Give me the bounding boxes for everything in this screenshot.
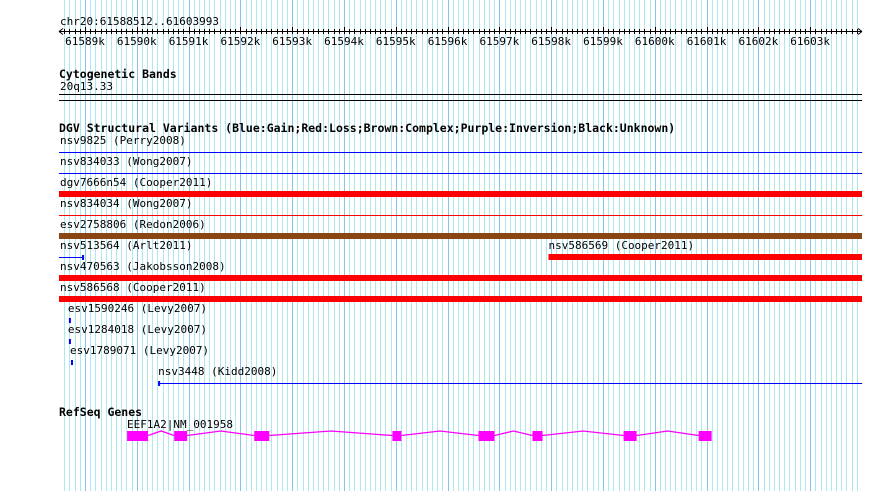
genome-browser-panel[interactable]: chr20:61588512..61603993 61589k 61590k 615… bbox=[0, 0, 890, 491]
ruler-tick-label: 61593k bbox=[272, 35, 312, 48]
ruler-tick-label: 61590k bbox=[117, 35, 157, 48]
sv-feature[interactable]: nsv586568 (Cooper2011) bbox=[59, 281, 862, 302]
sv-bar[interactable] bbox=[70, 360, 73, 365]
gene-intron bbox=[542, 430, 624, 437]
sv-feature[interactable]: esv2758806 (Redon2006) bbox=[59, 218, 862, 239]
ruler[interactable]: 61589k 61590k 61591k 61592k 61593k 61594k 6159… bbox=[58, 27, 863, 48]
sv-feature[interactable]: nsv834034 (Wong2007) bbox=[59, 197, 862, 216]
gene-intron bbox=[494, 430, 533, 437]
gene-intron bbox=[147, 430, 175, 437]
ruler-tick-label: 61591k bbox=[169, 35, 209, 48]
sv-feature[interactable]: dgv7666n54 (Cooper2011) bbox=[59, 176, 862, 197]
sv-feature-label[interactable]: esv1789071 (Levy2007) bbox=[70, 344, 209, 357]
sv-feature-label[interactable]: nsv470563 (Jakobsson2008) bbox=[60, 260, 226, 273]
sv-feature-label[interactable]: nsv834033 (Wong2007) bbox=[60, 155, 192, 168]
gene-exon[interactable] bbox=[392, 431, 402, 441]
ruler-tick-label: 61602k bbox=[738, 35, 778, 48]
gene-exon[interactable] bbox=[698, 431, 712, 441]
gene-exon[interactable] bbox=[478, 431, 495, 441]
sv-feature-label[interactable]: nsv3448 (Kidd2008) bbox=[158, 365, 277, 378]
sv-feature-label[interactable]: esv1590246 (Levy2007) bbox=[68, 302, 207, 315]
sv-feature-label[interactable]: nsv9825 (Perry2008) bbox=[60, 134, 186, 147]
ruler-tick-label: 61601k bbox=[687, 35, 727, 48]
ruler-tick-label: 61596k bbox=[428, 35, 468, 48]
sv-feature-label[interactable]: nsv513564 (Arlt2011) bbox=[60, 239, 192, 252]
region-label: chr20:61588512..61603993 bbox=[60, 15, 219, 28]
track-title-cytogenetic-bands: Cytogenetic Bands bbox=[59, 67, 177, 81]
sv-feature[interactable]: nsv470563 (Jakobsson2008) bbox=[59, 260, 862, 281]
sv-feature-label[interactable]: nsv834034 (Wong2007) bbox=[60, 197, 192, 210]
ruler-tick-label: 61603k bbox=[790, 35, 830, 48]
sv-feature-label[interactable]: dgv7666n54 (Cooper2011) bbox=[60, 176, 212, 189]
sv-feature-label[interactable]: nsv586568 (Cooper2011) bbox=[60, 281, 206, 294]
sv-bar[interactable] bbox=[548, 254, 862, 260]
sv-feature-label[interactable]: nsv586569 (Cooper2011) bbox=[548, 239, 694, 252]
ruler-tick-label: 61600k bbox=[635, 35, 675, 48]
gene-exon[interactable] bbox=[127, 431, 149, 441]
sv-feature-label[interactable]: esv2758806 (Redon2006) bbox=[60, 218, 206, 231]
ruler-tick-label: 61594k bbox=[324, 35, 364, 48]
track-title-dgv: DGV Structural Variants (Blue:Gain;Red:L… bbox=[59, 121, 675, 135]
track-title-refseq: RefSeq Genes bbox=[59, 405, 142, 419]
sv-feature[interactable]: nsv9825 (Perry2008) bbox=[59, 134, 862, 153]
sv-feature[interactable]: nsv834033 (Wong2007) bbox=[59, 155, 862, 174]
ruler-tick-label: 61589k bbox=[65, 35, 105, 48]
gene-exon[interactable] bbox=[623, 431, 637, 441]
gene-exon[interactable] bbox=[254, 431, 270, 441]
sv-feature[interactable]: nsv586569 (Cooper2011) bbox=[548, 239, 862, 260]
gene-exon[interactable] bbox=[174, 431, 188, 441]
sv-feature[interactable]: nsv513564 (Arlt2011) bbox=[59, 239, 192, 260]
gene-intron bbox=[636, 430, 699, 437]
sv-feature-label[interactable]: esv1284018 (Levy2007) bbox=[68, 323, 207, 336]
gene-intron bbox=[401, 430, 479, 437]
cyto-band-label[interactable]: 20q13.33 bbox=[60, 80, 113, 93]
gene-exon[interactable] bbox=[532, 431, 543, 441]
ruler-tick-label: 61595k bbox=[376, 35, 416, 48]
ruler-tick-label: 61597k bbox=[479, 35, 519, 48]
gene-label[interactable]: EEF1A2|NM_001958 bbox=[127, 418, 233, 431]
ruler-tick-label: 61592k bbox=[220, 35, 260, 48]
sv-start-tick bbox=[158, 381, 161, 386]
ruler-tick-label: 61599k bbox=[583, 35, 623, 48]
ruler-tick-label: 61598k bbox=[531, 35, 571, 48]
dgv-track: nsv9825 (Perry2008) nsv834033 (Wong2007) d… bbox=[59, 134, 862, 386]
